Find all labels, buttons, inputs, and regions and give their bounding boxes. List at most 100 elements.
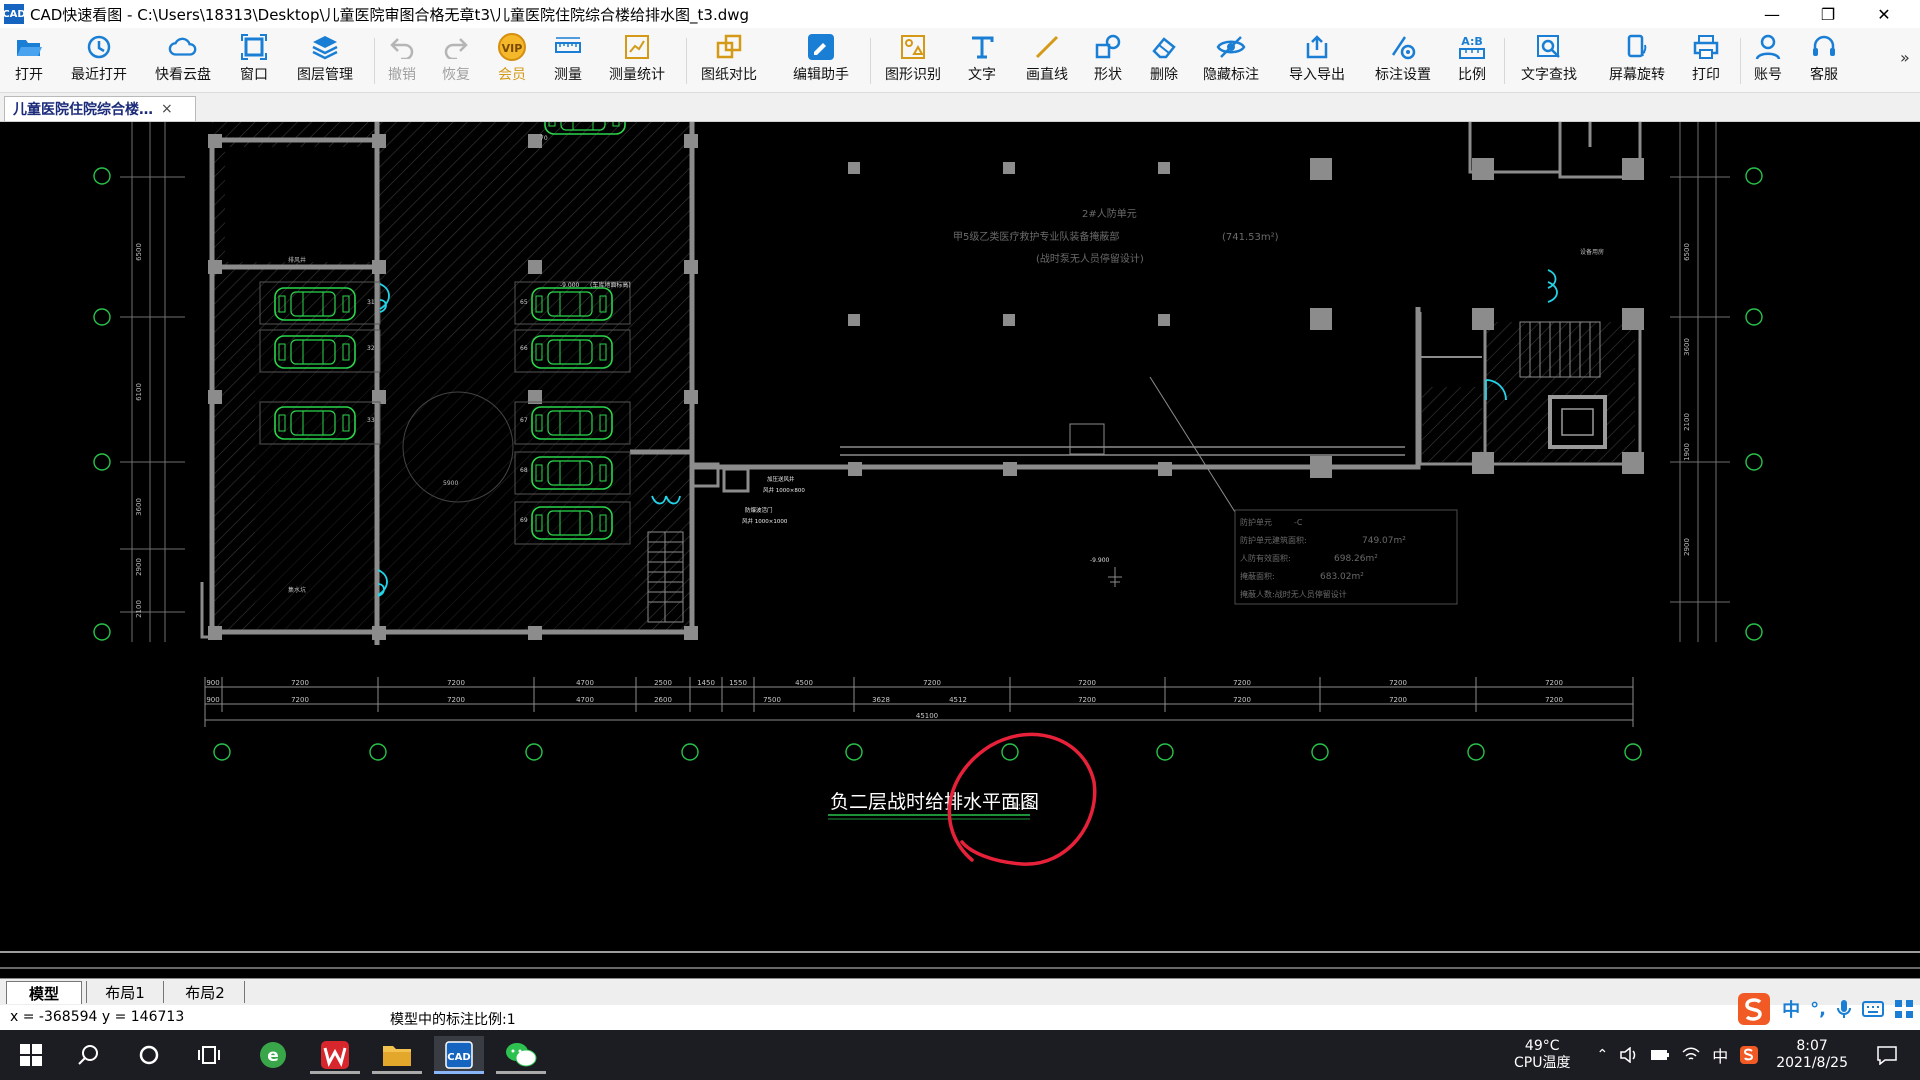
notification-icon[interactable] bbox=[1876, 1045, 1898, 1065]
volume-icon[interactable] bbox=[1620, 1047, 1638, 1063]
dim-label: 7200 bbox=[291, 679, 309, 687]
unit-note: (741.53m²) bbox=[1222, 232, 1279, 243]
window-title: CAD快速看图 - C:\Users\18313\Desktop\儿童医院审图合… bbox=[30, 5, 750, 24]
task-view-button[interactable] bbox=[184, 1036, 234, 1074]
measure-button[interactable]: 测量 bbox=[550, 32, 586, 90]
right-core-block: 设备用房 bbox=[1418, 122, 1644, 474]
layer-manager-button[interactable]: 图层管理 bbox=[292, 32, 358, 90]
toolbar-more-button[interactable]: » bbox=[1900, 48, 1910, 67]
cpu-temp-value: 49°C bbox=[1524, 1038, 1560, 1054]
sogou-logo-icon[interactable] bbox=[1736, 991, 1772, 1027]
ime-grid-icon[interactable] bbox=[1894, 999, 1914, 1019]
start-button[interactable] bbox=[6, 1036, 56, 1074]
close-window-button[interactable]: ✕ bbox=[1856, 0, 1912, 28]
dim-label: 1450 bbox=[697, 679, 715, 687]
account-button[interactable]: 账号 bbox=[1750, 32, 1786, 90]
measure-stats-button[interactable]: 测量统计 bbox=[604, 32, 670, 90]
minimize-button[interactable]: — bbox=[1744, 0, 1800, 28]
shape-button[interactable]: 形状 bbox=[1090, 32, 1126, 90]
right-dim-label: 1900 bbox=[1683, 443, 1691, 461]
shaft-note: 风井 1000×1000 bbox=[742, 517, 788, 525]
tab-layout1[interactable]: 布局1 bbox=[86, 981, 164, 1003]
dim-label: 4512 bbox=[949, 696, 967, 704]
scale-button[interactable]: A:B 比例 bbox=[1454, 32, 1490, 90]
delete-button[interactable]: 删除 bbox=[1146, 32, 1182, 90]
info-table-key: 人防有效面积: bbox=[1240, 553, 1291, 563]
left-dim-label: 6500 bbox=[135, 243, 143, 261]
draw-line-button[interactable]: 画直线 bbox=[1020, 32, 1074, 90]
ime-chinese-toggle[interactable]: 中 bbox=[1782, 996, 1800, 1022]
window-button[interactable]: 窗口 bbox=[236, 32, 272, 90]
search-icon bbox=[78, 1045, 98, 1065]
ime-punctuation-toggle[interactable]: °, bbox=[1810, 999, 1826, 1020]
rotate-screen-button[interactable]: 屏幕旋转 bbox=[1604, 32, 1670, 90]
tab-layout2[interactable]: 布局2 bbox=[166, 981, 245, 1003]
print-button[interactable]: 打印 bbox=[1688, 32, 1724, 90]
taskbar-explorer-app[interactable] bbox=[372, 1036, 422, 1074]
shape-recognize-button[interactable]: 图形识别 bbox=[880, 32, 946, 90]
left-dim-label: 2100 bbox=[135, 600, 143, 618]
close-tab-icon[interactable]: × bbox=[161, 101, 173, 117]
chevron-up-icon[interactable]: ⌃ bbox=[1596, 1047, 1608, 1063]
print-icon bbox=[1691, 32, 1721, 62]
shape-recognize-icon bbox=[898, 32, 928, 62]
battery-icon[interactable] bbox=[1650, 1049, 1670, 1061]
left-dim-label: 3600 bbox=[135, 498, 143, 516]
toolbar-separator bbox=[686, 38, 687, 84]
wifi-icon[interactable] bbox=[1682, 1047, 1700, 1063]
annotation-scale-text: 模型中的标注比例:1 bbox=[390, 1012, 516, 1028]
restore-button[interactable]: ❐ bbox=[1800, 0, 1856, 28]
unit-note: (战时泵无人员停留设计) bbox=[1036, 252, 1144, 265]
import-export-button[interactable]: 导入导出 bbox=[1284, 32, 1350, 90]
undo-button[interactable]: 撤销 bbox=[384, 32, 420, 90]
edit-assistant-button[interactable]: 编辑助手 bbox=[788, 32, 854, 90]
vip-icon: VIP bbox=[497, 32, 527, 62]
cad-app-icon: CAD bbox=[445, 1041, 473, 1069]
search-button[interactable] bbox=[64, 1036, 114, 1074]
hide-annotation-button[interactable]: 隐藏标注 bbox=[1198, 32, 1264, 90]
shaft-notes: 加压送风井 风井 1000×800 防爆波活门 风井 1000×1000 bbox=[690, 462, 805, 525]
taskbar-wechat-app[interactable] bbox=[496, 1036, 546, 1074]
redo-button[interactable]: 恢复 bbox=[438, 32, 474, 90]
dim-label: 1550 bbox=[729, 679, 747, 687]
keyboard-icon[interactable] bbox=[1862, 1000, 1884, 1018]
line-icon bbox=[1032, 32, 1062, 62]
left-dim-label: 2900 bbox=[135, 558, 143, 576]
open-button[interactable]: 打开 bbox=[8, 32, 50, 90]
info-table-key: 掩蔽面积: bbox=[1240, 571, 1275, 581]
taskbar-cad-app[interactable]: CAD bbox=[434, 1036, 484, 1074]
sogou-tray-icon[interactable] bbox=[1740, 1046, 1759, 1064]
clock-date: 2021/8/25 bbox=[1776, 1055, 1848, 1071]
dim-label: 4700 bbox=[576, 696, 594, 704]
document-tab[interactable]: 儿童医院住院综合楼… × bbox=[4, 96, 196, 121]
taskbar-browser-app[interactable]: e bbox=[248, 1036, 298, 1074]
cloud-drive-button[interactable]: 快看云盘 bbox=[150, 32, 216, 90]
annotation-settings-button[interactable]: 标注设置 bbox=[1370, 32, 1436, 90]
text-button[interactable]: 文字 bbox=[964, 32, 1000, 90]
vip-button[interactable]: VIP 会员 bbox=[494, 32, 530, 90]
dim-label: 7200 bbox=[447, 696, 465, 704]
taskbar-wps-app[interactable] bbox=[310, 1036, 360, 1074]
cad-drawing-canvas[interactable]: 6500 6100 3600 2900 2100 6500 3600 2100 … bbox=[0, 122, 1920, 982]
headset-icon bbox=[1809, 32, 1839, 62]
compare-drawings-button[interactable]: 图纸对比 bbox=[696, 32, 762, 90]
clock[interactable]: 8:07 2021/8/25 bbox=[1776, 1038, 1848, 1072]
bottom-dimensions: 900 7200 7200 4700 2500 1450 1550 4500 7… bbox=[204, 677, 1642, 761]
toolbar-separator bbox=[1740, 38, 1741, 84]
history-icon bbox=[84, 32, 114, 62]
cortana-button[interactable] bbox=[124, 1036, 174, 1074]
info-table-key: 掩蔽人数:战时无人员停留设计 bbox=[1240, 589, 1347, 599]
room-label: 排风井 bbox=[288, 256, 306, 264]
right-dim-label: 6500 bbox=[1683, 243, 1691, 261]
microphone-icon[interactable] bbox=[1836, 998, 1852, 1020]
tab-model[interactable]: 模型 bbox=[6, 981, 82, 1004]
info-table-value: 698.26m² bbox=[1334, 554, 1378, 564]
parking-number: 67 bbox=[520, 417, 528, 424]
toolbar-separator bbox=[870, 38, 871, 84]
dim-label: 900 bbox=[206, 696, 219, 704]
cpu-temperature[interactable]: 49°C CPU温度 bbox=[1514, 1038, 1570, 1072]
input-language-indicator[interactable]: 中 bbox=[1712, 1043, 1728, 1067]
customer-service-button[interactable]: 客服 bbox=[1806, 32, 1842, 90]
recent-open-button[interactable]: 最近打开 bbox=[66, 32, 132, 90]
text-search-button[interactable]: 文字查找 bbox=[1516, 32, 1582, 90]
